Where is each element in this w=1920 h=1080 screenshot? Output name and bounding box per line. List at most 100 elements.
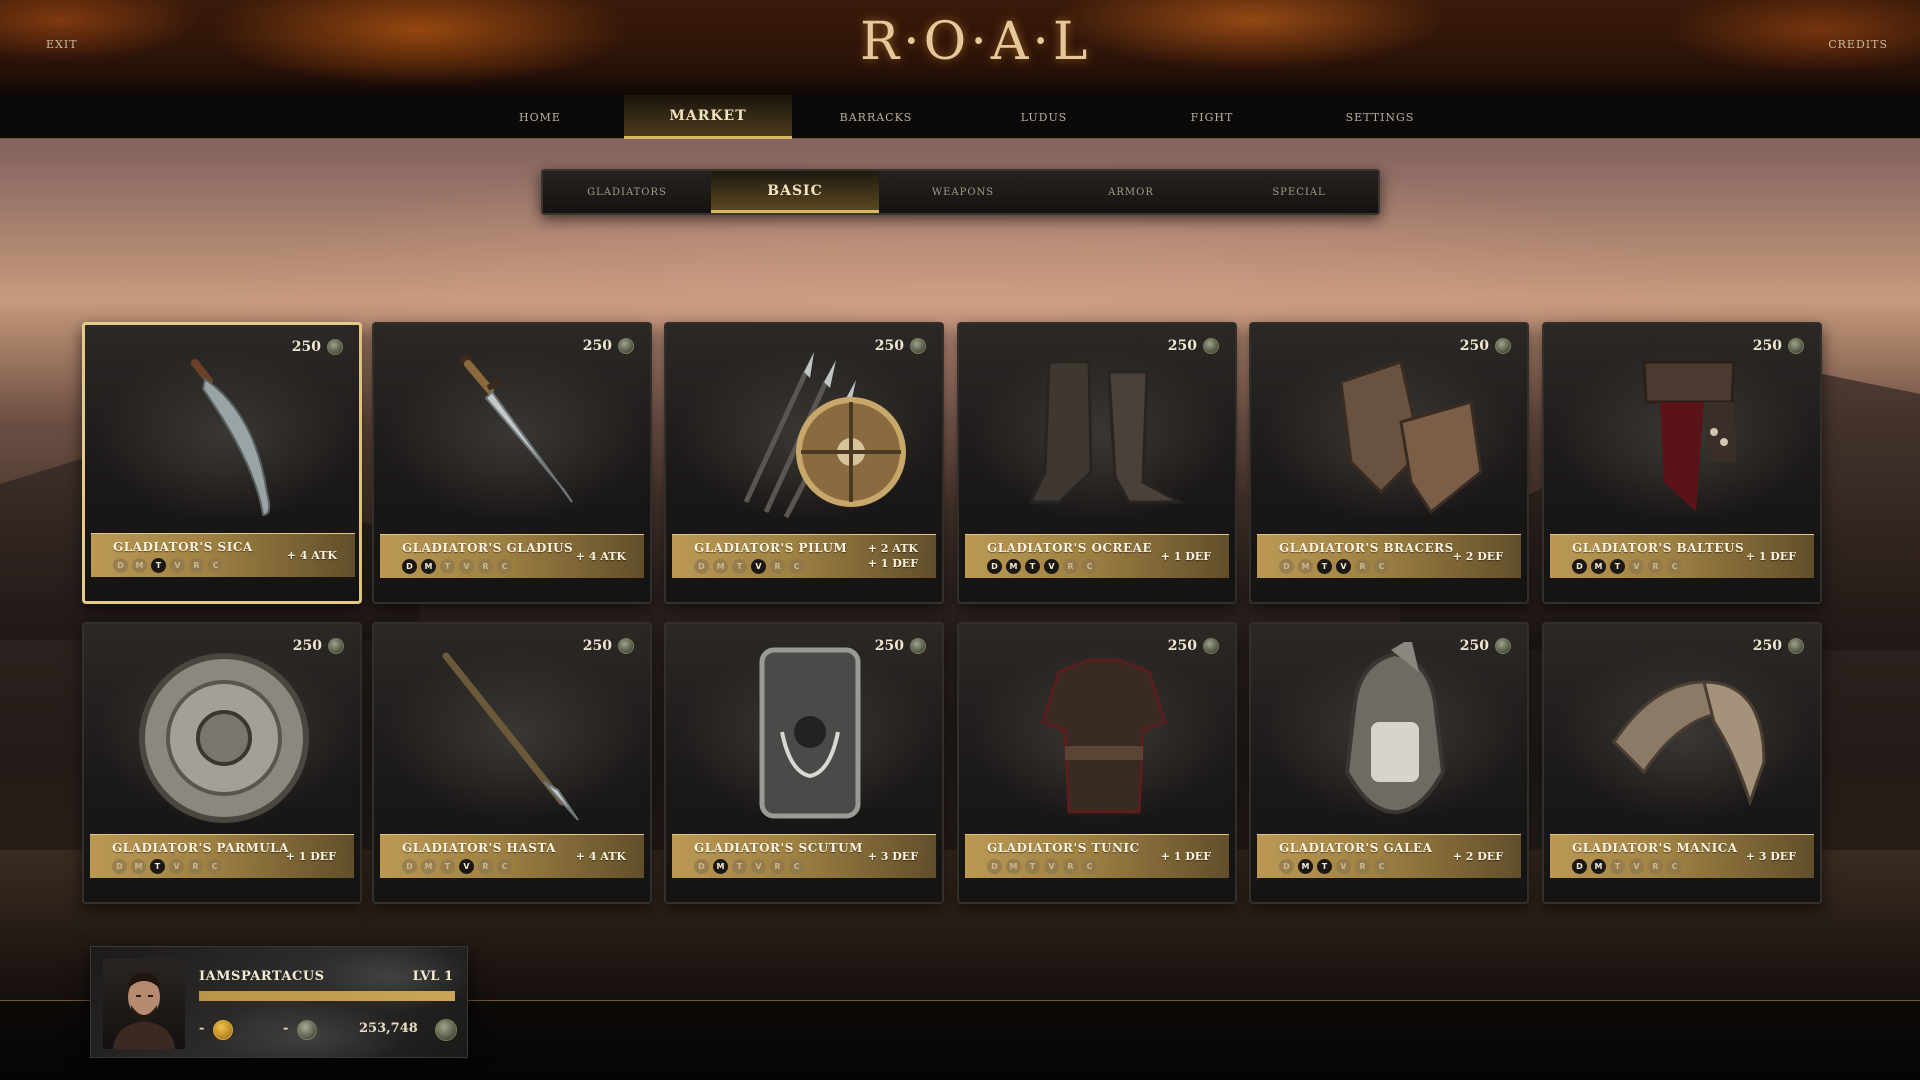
ocreae-greaves-icon xyxy=(1028,360,1185,504)
silver-value: - xyxy=(283,1021,289,1036)
class-badge-d: D xyxy=(694,859,709,874)
class-badge-c: C xyxy=(1374,559,1389,574)
item-name: GLADIATOR'S BRACERS xyxy=(1279,541,1454,555)
class-badge-m: M xyxy=(131,859,146,874)
class-badge-v: V xyxy=(1044,859,1059,874)
item-name: GLADIATOR'S SICA xyxy=(113,540,253,554)
class-badge-r: R xyxy=(1355,559,1370,574)
item-label-plate: GLADIATOR'S BALTEUS + 1 DEF DMTVRC xyxy=(1550,534,1814,578)
item-name: GLADIATOR'S OCREAE xyxy=(987,541,1153,555)
nav-fight[interactable]: FIGHT xyxy=(1128,95,1296,139)
class-badge-t: T xyxy=(150,859,165,874)
xp-bar xyxy=(199,991,455,1001)
class-badge-v: V xyxy=(751,559,766,574)
item-stats: + 2 ATK + 1 DEF xyxy=(868,541,918,571)
item-card[interactable]: 250 GLADIATOR'S GLADIUS + 4 ATK DMTVRC xyxy=(372,322,652,604)
item-card[interactable]: 250 GLADIATOR'S SCUTUM + 3 DEF DMTVRC xyxy=(664,622,944,904)
class-badge-t: T xyxy=(1610,559,1625,574)
item-card[interactable]: 250 GLADIATOR'S BRACERS + 2 DEF DMTVRC xyxy=(1249,322,1529,604)
item-card[interactable]: 250 GLADIATOR'S PARMULA + 1 DEF DMTVRC xyxy=(82,622,362,904)
class-badges: DMTVRC xyxy=(402,559,512,574)
item-stat: + 4 ATK xyxy=(575,550,626,563)
item-card[interactable]: 250 GLADIATOR'S GALEA + 2 DEF DMTVRC xyxy=(1249,622,1529,904)
class-badges: DMTVRC xyxy=(1279,559,1389,574)
item-stats: + 1 DEF xyxy=(1746,549,1796,564)
market-subtabs: GLADIATORS BASIC WEAPONS ARMOR SPECIAL xyxy=(541,169,1380,215)
bracers-icon xyxy=(1339,360,1483,515)
item-stats: + 2 DEF xyxy=(1453,549,1503,564)
class-badge-c: C xyxy=(789,859,804,874)
class-badge-c: C xyxy=(789,559,804,574)
class-badge-m: M xyxy=(1006,859,1021,874)
class-badge-r: R xyxy=(478,559,493,574)
tab-basic[interactable]: BASIC xyxy=(711,171,879,213)
item-card[interactable]: 250 GLADIATOR'S OCREAE + 1 DEF DMTVRC xyxy=(957,322,1237,604)
item-name: GLADIATOR'S HASTA xyxy=(402,841,556,855)
item-card[interactable]: 250 GLADIATOR'S PILUM + 2 ATK + 1 DEF DMT… xyxy=(664,322,944,604)
gold-value: - xyxy=(199,1021,205,1036)
class-badge-m: M xyxy=(421,559,436,574)
item-label-plate: GLADIATOR'S TUNIC + 1 DEF DMTVRC xyxy=(965,834,1229,878)
class-badge-r: R xyxy=(770,859,785,874)
class-badge-d: D xyxy=(987,859,1002,874)
player-name: IAMSPARTACUS xyxy=(199,969,325,984)
class-badges: DMTVRC xyxy=(1572,859,1682,874)
item-stat: + 1 DEF xyxy=(867,557,918,570)
item-card[interactable]: 250 GLADIATOR'S SICA + 4 ATK DMTVRC xyxy=(82,322,362,604)
item-label-plate: GLADIATOR'S GLADIUS + 4 ATK DMTVRC xyxy=(380,534,644,578)
class-badges: DMTVRC xyxy=(112,859,222,874)
item-name: GLADIATOR'S BALTEUS xyxy=(1572,541,1745,555)
class-badge-d: D xyxy=(987,559,1002,574)
header: EXIT R·O·A·L CREDITS xyxy=(0,0,1920,95)
item-name: GLADIATOR'S GALEA xyxy=(1279,841,1433,855)
balteus-belt-icon xyxy=(1642,360,1736,512)
item-stat: + 3 DEF xyxy=(867,850,918,863)
player-panel[interactable]: IAMSPARTACUS LVL 1 - - 253,748 xyxy=(90,946,468,1058)
class-badge-d: D xyxy=(1279,559,1294,574)
gold-coin-icon xyxy=(213,1020,233,1040)
nav-market[interactable]: MARKET xyxy=(624,95,792,139)
item-card[interactable]: 250 GLADIATOR'S BALTEUS + 1 DEF DMTVRC xyxy=(1542,322,1822,604)
item-stat: + 2 DEF xyxy=(1452,550,1503,563)
class-badge-c: C xyxy=(497,859,512,874)
item-name: GLADIATOR'S TUNIC xyxy=(987,841,1140,855)
class-badge-r: R xyxy=(188,859,203,874)
class-badge-d: D xyxy=(694,559,709,574)
item-stat: + 2 ATK xyxy=(867,542,918,555)
exit-link[interactable]: EXIT xyxy=(46,38,78,51)
class-badge-m: M xyxy=(1591,559,1606,574)
tab-gladiators[interactable]: GLADIATORS xyxy=(543,171,711,213)
nav-home[interactable]: HOME xyxy=(456,95,624,139)
tab-armor[interactable]: ARMOR xyxy=(1047,171,1215,213)
galea-helmet-icon xyxy=(1344,642,1446,815)
class-badge-r: R xyxy=(1648,559,1663,574)
nav-ludus[interactable]: LUDUS xyxy=(960,95,1128,139)
class-badges: DMTVRC xyxy=(694,859,804,874)
class-badge-t: T xyxy=(1025,559,1040,574)
tab-special[interactable]: SPECIAL xyxy=(1215,171,1383,213)
item-stats: + 4 ATK xyxy=(576,549,626,564)
item-card[interactable]: 250 GLADIATOR'S HASTA + 4 ATK DMTVRC xyxy=(372,622,652,904)
item-stat: + 3 DEF xyxy=(1745,850,1796,863)
item-name: GLADIATOR'S SCUTUM xyxy=(694,841,863,855)
class-badge-m: M xyxy=(1298,859,1313,874)
nav-settings[interactable]: SETTINGS xyxy=(1296,95,1464,139)
class-badge-d: D xyxy=(402,859,417,874)
item-label-plate: GLADIATOR'S SICA + 4 ATK DMTVRC xyxy=(91,533,355,577)
class-badge-t: T xyxy=(440,859,455,874)
item-card[interactable]: 250 GLADIATOR'S TUNIC + 1 DEF DMTVRC xyxy=(957,622,1237,904)
class-badge-t: T xyxy=(1317,559,1332,574)
class-badges: DMTVRC xyxy=(1279,859,1389,874)
tab-weapons[interactable]: WEAPONS xyxy=(879,171,1047,213)
nav-barracks[interactable]: BARRACKS xyxy=(792,95,960,139)
class-badge-c: C xyxy=(1667,559,1682,574)
class-badges: DMTVRC xyxy=(402,859,512,874)
class-badge-r: R xyxy=(478,859,493,874)
class-badges: DMTVRC xyxy=(1572,559,1682,574)
class-badge-t: T xyxy=(1317,859,1332,874)
item-label-plate: GLADIATOR'S OCREAE + 1 DEF DMTVRC xyxy=(965,534,1229,578)
class-badge-d: D xyxy=(112,859,127,874)
item-card[interactable]: 250 GLADIATOR'S MANICA + 3 DEF DMTVRC xyxy=(1542,622,1822,904)
credits-link[interactable]: CREDITS xyxy=(1828,38,1888,51)
class-badge-m: M xyxy=(1298,559,1313,574)
